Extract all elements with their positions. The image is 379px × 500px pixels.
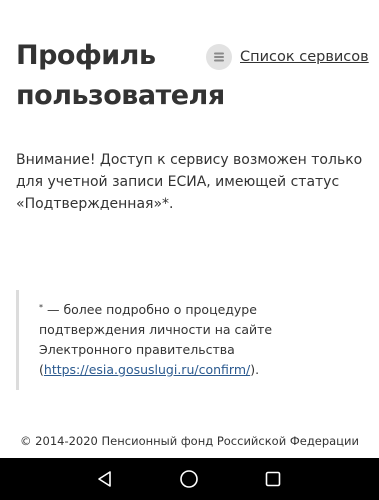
page-title: Профиль пользователя [16, 36, 225, 116]
access-notice: Внимание! Доступ к сервису возможен толь… [16, 152, 363, 212]
nav-home-button[interactable] [159, 458, 219, 500]
footnote-text: * — более подробно о процедуре подтвержд… [39, 290, 356, 380]
android-nav-bar [0, 458, 379, 500]
back-triangle-icon [98, 471, 111, 487]
copyright-text: © 2014-2020 Пенсионный фонд Российской Ф… [20, 434, 359, 448]
list-icon [206, 44, 232, 70]
footnote-asterisk: * [39, 303, 43, 312]
nav-recents-button[interactable] [243, 458, 303, 500]
profile-page: Профиль пользователя Список сервисов Вни… [0, 0, 379, 500]
page-title-line2: пользователя [16, 80, 225, 111]
esia-confirm-link[interactable]: https://esia.gosuslugi.ru/confirm/ [44, 362, 250, 377]
recents-square-icon [265, 471, 281, 487]
footnote-text-after: ). [250, 362, 260, 377]
nav-back-button[interactable] [75, 458, 135, 500]
services-list-link[interactable]: Список сервисов [206, 44, 369, 70]
page-title-line1: Профиль [16, 40, 156, 71]
page-header: Профиль пользователя Список сервисов [16, 36, 369, 116]
home-circle-icon [180, 470, 198, 488]
services-list-label: Список сервисов [240, 49, 369, 65]
footnote-block: * — более подробно о процедуре подтвержд… [16, 290, 356, 390]
